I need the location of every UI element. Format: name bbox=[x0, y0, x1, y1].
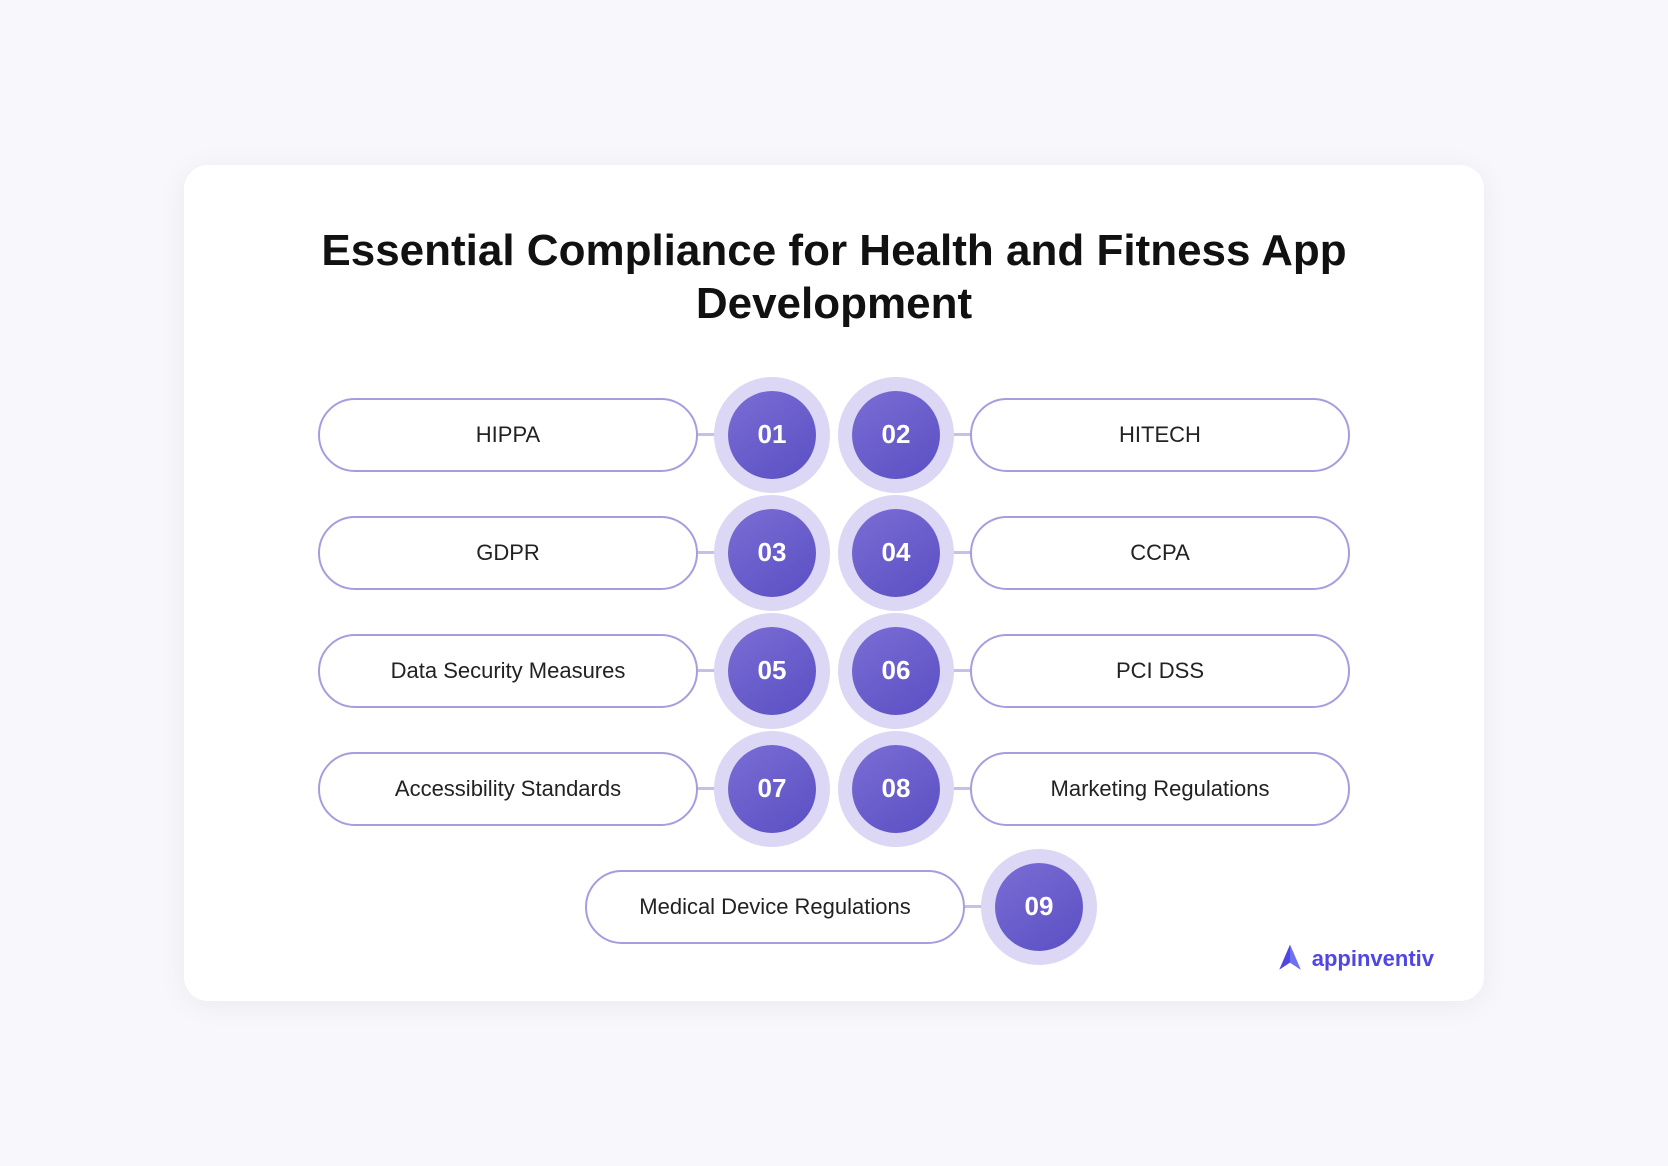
pill-right-3: PCI DSS bbox=[970, 634, 1350, 708]
main-card: Essential Compliance for Health and Fitn… bbox=[184, 165, 1484, 1001]
content-rows: HIPPA 01 02 HITECH GDPR 03 04 CCPA Data … bbox=[264, 391, 1404, 951]
logo-text: appinventiv bbox=[1312, 946, 1434, 972]
num-circle-02: 02 bbox=[852, 391, 940, 479]
connector-left-1 bbox=[698, 433, 728, 436]
row-4: Accessibility Standards 07 08 Marketing … bbox=[264, 745, 1404, 833]
pill-left-2: GDPR bbox=[318, 516, 698, 590]
connector-right-3 bbox=[940, 669, 970, 672]
num-circle-06: 06 bbox=[852, 627, 940, 715]
connector-left-5 bbox=[965, 905, 995, 908]
connector-left-4 bbox=[698, 787, 728, 790]
connector-right-4 bbox=[940, 787, 970, 790]
pill-right-2: CCPA bbox=[970, 516, 1350, 590]
pill-right-1: HITECH bbox=[970, 398, 1350, 472]
pill-left-4: Accessibility Standards bbox=[318, 752, 698, 826]
num-circle-08: 08 bbox=[852, 745, 940, 833]
page-title: Essential Compliance for Health and Fitn… bbox=[264, 225, 1404, 331]
logo-icon bbox=[1272, 941, 1308, 977]
num-circle-05: 05 bbox=[728, 627, 816, 715]
num-circle-07: 07 bbox=[728, 745, 816, 833]
row-1: HIPPA 01 02 HITECH bbox=[264, 391, 1404, 479]
row-3: Data Security Measures 05 06 PCI DSS bbox=[264, 627, 1404, 715]
num-circle-09: 09 bbox=[995, 863, 1083, 951]
num-circle-01: 01 bbox=[728, 391, 816, 479]
num-circle-04: 04 bbox=[852, 509, 940, 597]
pill-right-4: Marketing Regulations bbox=[970, 752, 1350, 826]
connector-left-3 bbox=[698, 669, 728, 672]
row-5: Medical Device Regulations 09 bbox=[264, 863, 1404, 951]
row-2: GDPR 03 04 CCPA bbox=[264, 509, 1404, 597]
pill-left-5: Medical Device Regulations bbox=[585, 870, 965, 944]
logo-area: appinventiv bbox=[1272, 941, 1434, 977]
pill-left-3: Data Security Measures bbox=[318, 634, 698, 708]
num-circle-03: 03 bbox=[728, 509, 816, 597]
connector-left-2 bbox=[698, 551, 728, 554]
connector-right-1 bbox=[940, 433, 970, 436]
connector-right-2 bbox=[940, 551, 970, 554]
pill-left-1: HIPPA bbox=[318, 398, 698, 472]
